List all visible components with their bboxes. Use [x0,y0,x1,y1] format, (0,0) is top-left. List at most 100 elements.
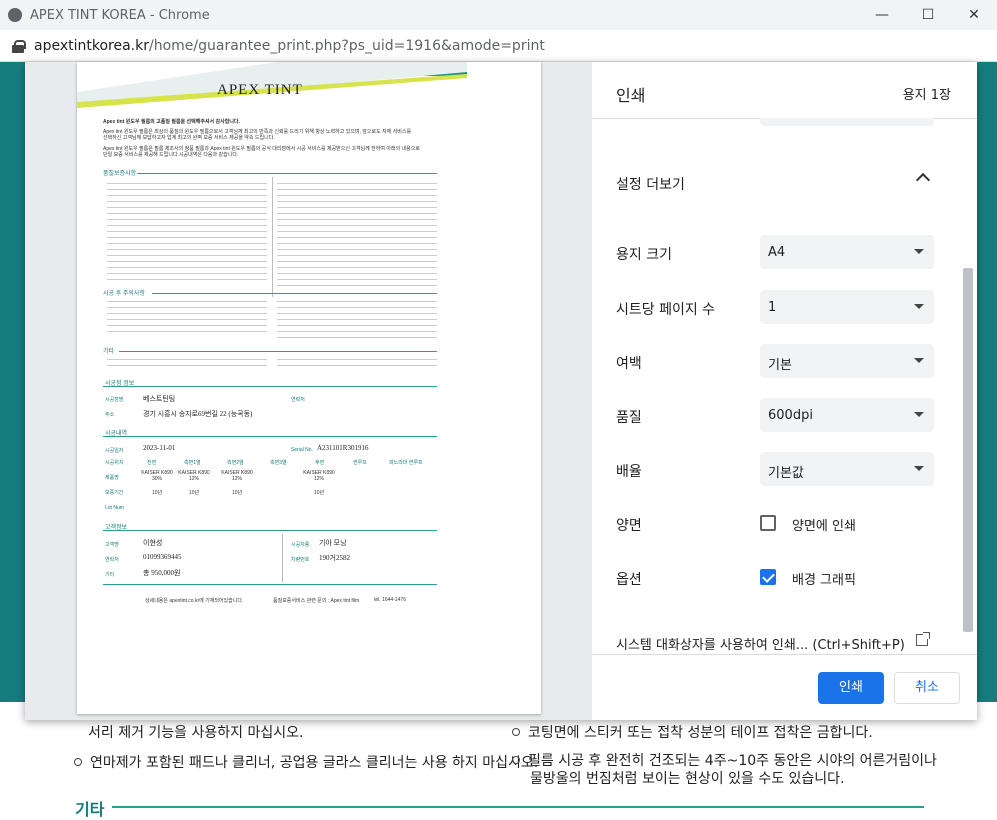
car-value: 기아 모닝 [319,539,347,547]
footer-divider [592,654,977,655]
address-bar[interactable]: apextintkorea.kr/home/guarantee_print.ph… [0,30,997,62]
date-label: 시공일자 [105,448,124,454]
pos-cell: 썬루프 [353,460,367,466]
column-divider [272,177,273,297]
serial-label: Serial No. [291,447,313,453]
dropdown-arrow-icon [914,304,924,309]
duplex-label: 양면 [616,518,642,534]
bg-section-rule [112,806,924,808]
etc-value: 총 950,000원 [143,569,181,577]
etc-text-left [107,356,267,368]
section-rule [119,351,437,352]
scrolled-field[interactable] [760,118,934,126]
dropdown-arrow-icon [914,466,924,471]
lock-icon[interactable] [12,39,26,53]
plate-value: 190거2582 [319,554,350,562]
dropdown-arrow-icon [914,249,924,254]
pos-cell: 측면2열 [227,460,244,466]
chevron-up-icon[interactable] [915,172,931,188]
print-settings-panel: 인쇄 용지 1장 설정 더보기 용지 크기 A4 시트당 페이지 수 1 여백 … [592,62,977,720]
pos-cell: 전면 [147,460,157,466]
margins-select[interactable]: 기본 [760,344,934,378]
section-rule [103,530,437,531]
print-dialog: APEX TINT Apex tint 윈도우 필름의 고품질 필름을 선택해주… [25,62,977,720]
maximize-icon[interactable]: ☐ [905,0,951,30]
product-cell: KAISER K890 12% [221,470,253,482]
bullet-icon [512,756,520,764]
bullet-icon [74,758,82,766]
print-button[interactable]: 인쇄 [818,672,884,704]
pos-cell: 파노라마 썬루프 [389,460,423,466]
apex-logo: APEX TINT [217,82,303,98]
warranty-cell: 10년 [152,490,163,496]
quality-label: 품질 [616,410,642,426]
minimize-icon[interactable]: — [859,0,905,30]
section-rule [103,584,437,585]
bg-section-heading: 기타 [75,800,105,819]
options-label: 옵션 [616,572,642,588]
url-path: /home/guarantee_print.php?ps_uid=1916&am… [149,37,545,54]
after-text-left [107,298,267,336]
doc-intro: Apex tint 윈도우 필름의 고품질 필름을 선택해주셔서 감사합니다. [103,119,240,125]
window-title: APEX TINT KOREA - Chrome [30,7,210,23]
paper-size-select[interactable]: A4 [760,235,934,269]
addr-value: 경기 시흥시 승지로69번길 22 (능곡동) [143,410,253,418]
section-rule [103,436,437,437]
section-rule [152,293,437,294]
doc-footer: 상세내용은 apextint.co.kr에 기재되어있습니다. [145,598,244,604]
serial-value: A231101R301916 [317,444,369,452]
warranty-cell: 10년 [314,490,325,496]
quality-text-right [277,180,437,290]
doc-intro: 단일 보증 서비스를 제공해 드립니다.시공내역은 다음과 같습니다. [103,152,239,158]
close-icon[interactable]: ✕ [951,0,997,30]
bg-text-line: 코팅면에 스티커 또는 접착 성분의 테이프 접착은 금합니다. [512,722,873,742]
dropdown-arrow-icon [914,358,924,363]
scale-select[interactable]: 기본값 [760,452,934,486]
lot-label: Lot Num [105,505,124,511]
pos-cell: 후면 [315,460,325,466]
shop-value: 베스트틴팅 [143,395,176,403]
product-label: 제품명 [105,475,119,481]
title-bar: APEX TINT KOREA - Chrome — ☐ ✕ [0,0,997,30]
quality-select[interactable]: 600dpi [760,398,934,432]
more-settings-label[interactable]: 설정 더보기 [616,174,685,194]
cancel-button[interactable]: 취소 [894,672,960,704]
warranty-label: 보증기간 [105,490,124,496]
product-cell: KAISER K890 12% [303,470,335,482]
warranty-cell: 10년 [232,490,243,496]
addr-label: 주소 [105,412,115,418]
print-preview: APEX TINT Apex tint 윈도우 필름의 고품질 필름을 선택해주… [25,62,592,720]
background-left-band [0,62,25,702]
phone-value: 01099369445 [143,553,182,561]
paper-size-label: 용지 크기 [616,247,672,263]
phone-label: 연락처 [105,557,119,563]
open-external-icon[interactable] [916,632,930,646]
print-title: 인쇄 [616,86,646,105]
duplex-checkbox[interactable] [760,515,776,531]
bg-text-line: 연마제가 포함된 패드나 클리너, 공업용 글라스 클리너는 사용 하지 마십시… [74,752,538,772]
warranty-cell: 10년 [189,490,200,496]
background-graphics-checkbox[interactable] [760,569,776,585]
pages-per-sheet-label: 시트당 페이지 수 [616,302,716,318]
shop-contact-label: 연락처 [291,397,305,403]
pos-cell: 측면3열 [270,460,287,466]
url-text[interactable]: apextintkorea.kr/home/guarantee_print.ph… [34,38,545,54]
date-value: 2023-11-01 [143,444,176,452]
etc-text-right [277,356,437,368]
pos-label: 시공위치 [105,460,124,466]
pos-cell: 측면1열 [184,460,201,466]
margins-label: 여백 [616,356,642,372]
bullet-icon [512,728,520,736]
customer-label: 고객명 [105,542,119,548]
after-text-right [277,298,437,340]
scrollbar-thumb[interactable] [963,268,973,632]
pages-per-sheet-select[interactable]: 1 [760,290,934,324]
duplex-option-label[interactable]: 양면에 인쇄 [792,515,856,534]
shop-label: 시공점명 [105,397,124,403]
background-graphics-label[interactable]: 배경 그래픽 [792,569,856,588]
doc-section-quality: 품질보증사항 [103,171,137,177]
system-dialog-link[interactable]: 시스템 대화상자를 사용하여 인쇄... (Ctrl+Shift+P) [616,634,905,653]
doc-footer: tel. 1644-1476 [374,597,406,603]
product-cell: KAISER K890 30% [141,470,173,482]
customer-value: 이현성 [143,539,163,547]
